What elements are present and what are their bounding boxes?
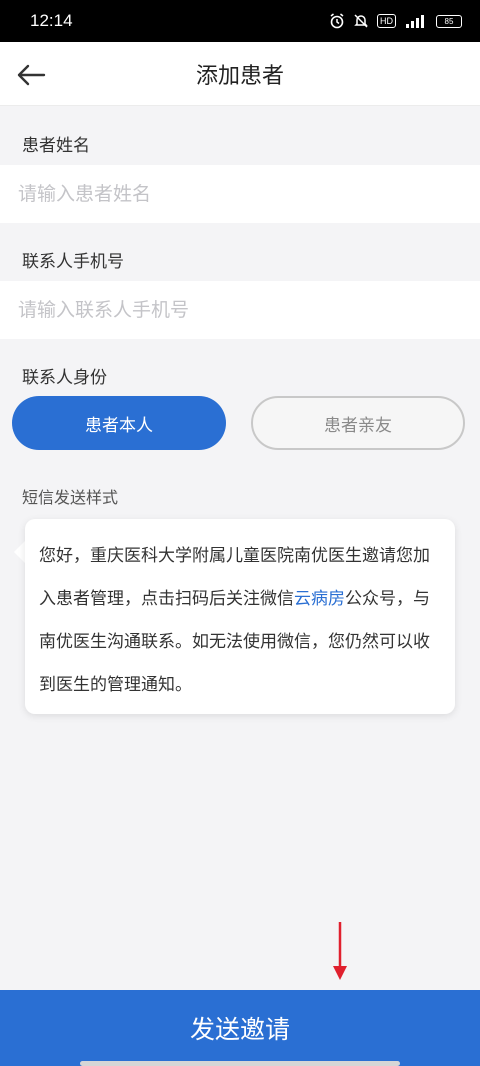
nav-bar: 添加患者 [0, 42, 480, 106]
patient-name-row [0, 165, 480, 223]
page-title: 添加患者 [195, 63, 284, 89]
sms-link-cloud-ward: 云病房 [294, 589, 345, 609]
role-option-patient-self[interactable]: 患者本人 [12, 396, 226, 450]
back-button[interactable] [14, 58, 48, 92]
contact-phone-input[interactable] [18, 299, 458, 321]
hd-badge: HD [377, 14, 396, 28]
arrow-left-icon [17, 64, 46, 86]
status-bar: 12:14 HD 85 [0, 0, 480, 42]
contact-phone-label: 联系人手机号 [22, 252, 124, 272]
home-indicator [80, 1061, 400, 1066]
send-invite-button[interactable]: 发送邀请 [0, 990, 480, 1066]
sms-style-label: 短信发送样式 [22, 488, 119, 507]
mute-bell-icon [354, 14, 368, 28]
status-icons: HD 85 [329, 13, 462, 29]
signal-icon [406, 15, 424, 28]
status-time: 12:14 [30, 11, 73, 30]
contact-phone-row [0, 281, 480, 339]
annotation-arrow-icon [333, 922, 347, 980]
alarm-icon [330, 13, 344, 29]
sms-preview-bubble: 您好，重庆医科大学附属儿童医院南优医生邀请您加入患者管理，点击扫码后关注微信云病… [25, 519, 455, 714]
battery-icon: 85 [436, 14, 462, 28]
patient-name-label: 患者姓名 [22, 136, 90, 156]
contact-identity-label: 联系人身份 [22, 368, 107, 388]
role-option-patient-family[interactable]: 患者亲友 [251, 396, 465, 450]
patient-name-input[interactable] [18, 183, 458, 205]
